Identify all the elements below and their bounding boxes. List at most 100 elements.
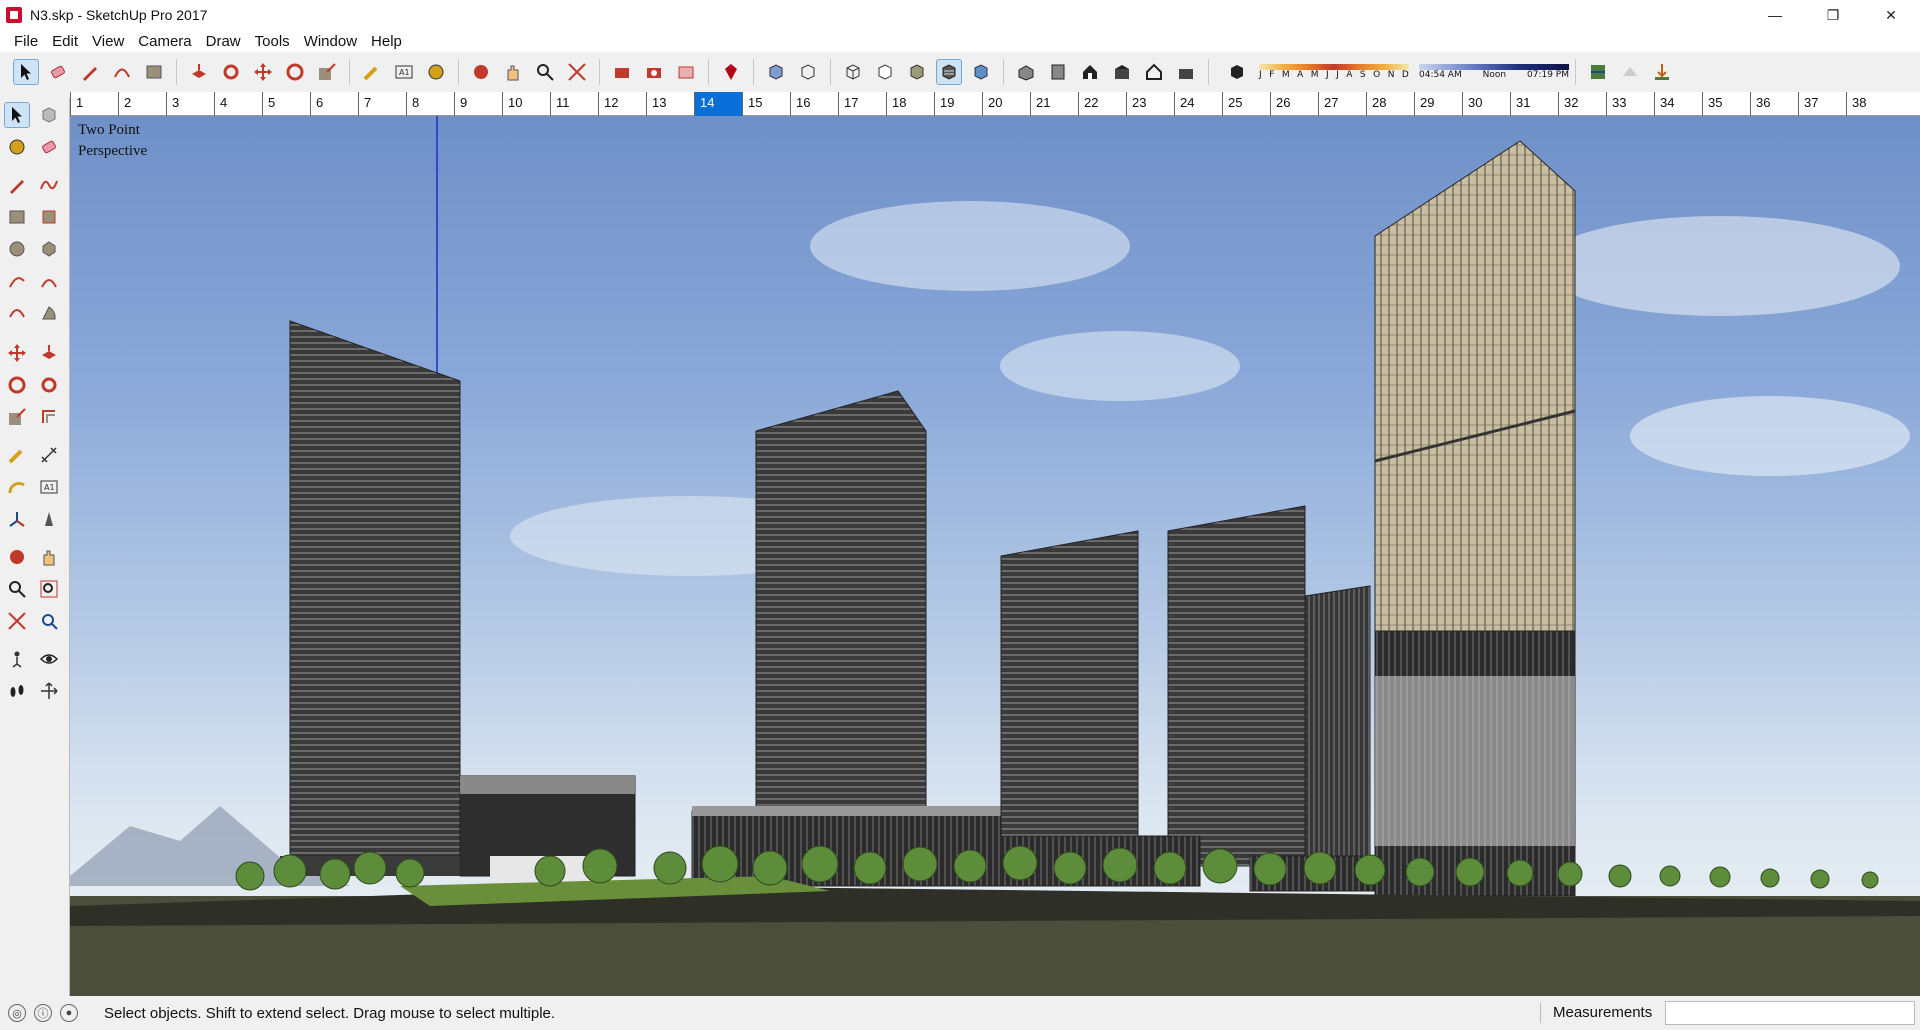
menu-draw[interactable]: Draw <box>199 33 248 50</box>
tape-measure-button[interactable] <box>359 59 385 85</box>
ruler-tick[interactable]: 31 <box>1510 92 1530 116</box>
restore-button[interactable]: ❐ <box>1804 0 1862 30</box>
ruler-tick[interactable]: 7 <box>358 92 371 116</box>
dimension-tool[interactable] <box>36 442 62 468</box>
line-tool-button[interactable] <box>77 59 103 85</box>
hidden-line-style-button[interactable] <box>872 59 898 85</box>
extension-warehouse-button[interactable] <box>641 59 667 85</box>
ruler-tick[interactable]: 28 <box>1366 92 1386 116</box>
move-tool[interactable] <box>4 340 30 366</box>
time-slider[interactable]: 04:54 AM Noon 07:19 PM <box>1419 64 1569 80</box>
menu-help[interactable]: Help <box>364 33 409 50</box>
geo-location-icon[interactable]: ◎ <box>8 1004 26 1022</box>
ruler-tick[interactable]: 5 <box>262 92 275 116</box>
ruler-tick[interactable]: 27 <box>1318 92 1338 116</box>
eraser-tool[interactable] <box>36 134 62 160</box>
eraser-tool-button[interactable] <box>45 59 71 85</box>
ruler-tick[interactable]: 10 <box>502 92 522 116</box>
ruler-tick[interactable]: 1 <box>70 92 83 116</box>
shadows-toggle-button[interactable] <box>1224 59 1250 85</box>
make-component-tool[interactable] <box>36 102 62 128</box>
drawing-viewport[interactable]: Two Point Perspective <box>70 116 1920 996</box>
close-button[interactable]: ✕ <box>1862 0 1920 30</box>
ruler-tick[interactable]: 18 <box>886 92 906 116</box>
ruler-tick[interactable]: 17 <box>838 92 858 116</box>
look-around-tool[interactable] <box>36 646 62 672</box>
menu-file[interactable]: File <box>7 33 45 50</box>
wireframe-style-button[interactable] <box>840 59 866 85</box>
ruler-tick[interactable]: 38 <box>1846 92 1866 116</box>
menu-edit[interactable]: Edit <box>45 33 85 50</box>
ruler-tick[interactable]: 21 <box>1030 92 1050 116</box>
rectangle-tool-button[interactable] <box>141 59 167 85</box>
push-pull-tool-button[interactable] <box>186 59 212 85</box>
move-tool-button[interactable] <box>250 59 276 85</box>
two-point-arc-tool[interactable] <box>36 268 62 294</box>
monochrome-style-button[interactable] <box>968 59 994 85</box>
rotated-rectangle-tool[interactable] <box>36 204 62 230</box>
previous-view-tool[interactable] <box>36 608 62 634</box>
scale-tool[interactable] <box>4 404 30 430</box>
ruler-tick[interactable]: 34 <box>1654 92 1674 116</box>
menu-view[interactable]: View <box>85 33 131 50</box>
ruler-tick[interactable]: 26 <box>1270 92 1290 116</box>
add-location-button[interactable] <box>1585 59 1611 85</box>
rectangle-tool[interactable] <box>4 204 30 230</box>
rotate-tool[interactable] <box>4 372 30 398</box>
date-slider[interactable]: J F M A M J J A S O N D <box>1259 64 1409 80</box>
ruler-tick[interactable]: 8 <box>406 92 419 116</box>
paint-bucket-button[interactable] <box>423 59 449 85</box>
arc-tool[interactable] <box>4 268 30 294</box>
ruler-tick[interactable]: 23 <box>1126 92 1146 116</box>
sketchup-app-icon[interactable] <box>6 7 22 23</box>
position-camera-tool[interactable] <box>4 646 30 672</box>
ruler-tick[interactable]: 2 <box>118 92 131 116</box>
pan-tool[interactable] <box>36 544 62 570</box>
ruler-tick[interactable]: 3 <box>166 92 179 116</box>
ruler-tick[interactable]: 6 <box>310 92 323 116</box>
front-view-button[interactable] <box>1077 59 1103 85</box>
zoom-extents-button[interactable] <box>564 59 590 85</box>
3d-text-tool[interactable] <box>36 506 62 532</box>
left-view-button[interactable] <box>1173 59 1199 85</box>
ruler-tick[interactable]: 29 <box>1414 92 1434 116</box>
photo-texture-button[interactable] <box>1617 59 1643 85</box>
ruler-tick[interactable]: 11 <box>550 92 570 116</box>
section-plane-tool[interactable] <box>36 678 62 704</box>
ruler-tick[interactable]: 35 <box>1702 92 1722 116</box>
warehouse-button[interactable] <box>609 59 635 85</box>
ruler-tick[interactable]: 16 <box>790 92 810 116</box>
orbit-tool[interactable] <box>4 544 30 570</box>
ruler-tick[interactable]: 33 <box>1606 92 1626 116</box>
measurements-input[interactable] <box>1665 1001 1915 1025</box>
tape-measure-tool[interactable] <box>4 442 30 468</box>
line-tool[interactable] <box>4 172 30 198</box>
ruler-tick[interactable]: 20 <box>982 92 1002 116</box>
ruler-tick[interactable]: 37 <box>1798 92 1818 116</box>
shaded-textures-style-button[interactable] <box>936 59 962 85</box>
select-tool[interactable] <box>4 102 30 128</box>
ruler-tick[interactable]: 22 <box>1078 92 1098 116</box>
menu-tools[interactable]: Tools <box>248 33 297 50</box>
iso-view-button[interactable] <box>1013 59 1039 85</box>
follow-me-tool-button[interactable] <box>218 59 244 85</box>
protractor-tool[interactable] <box>4 474 30 500</box>
credits-icon[interactable]: ⓘ <box>34 1004 52 1022</box>
ruler-tick[interactable]: 4 <box>214 92 227 116</box>
ruler-tick[interactable]: 30 <box>1462 92 1482 116</box>
ruler-tick[interactable]: 14 <box>694 92 742 116</box>
offset-tool[interactable] <box>36 404 62 430</box>
right-view-button[interactable] <box>1109 59 1135 85</box>
ruler-tick[interactable]: 15 <box>742 92 762 116</box>
ruler-tick[interactable]: 36 <box>1750 92 1770 116</box>
user-account-icon[interactable]: ● <box>60 1004 78 1022</box>
shaded-style-button[interactable] <box>904 59 930 85</box>
zoom-tool[interactable] <box>4 576 30 602</box>
three-point-arc-tool[interactable] <box>4 300 30 326</box>
back-edges-button[interactable] <box>795 59 821 85</box>
preview-google-earth-button[interactable] <box>1649 59 1675 85</box>
scale-tool-button[interactable] <box>314 59 340 85</box>
ruler-tick[interactable]: 12 <box>598 92 618 116</box>
push-pull-tool[interactable] <box>36 340 62 366</box>
back-view-button[interactable] <box>1141 59 1167 85</box>
